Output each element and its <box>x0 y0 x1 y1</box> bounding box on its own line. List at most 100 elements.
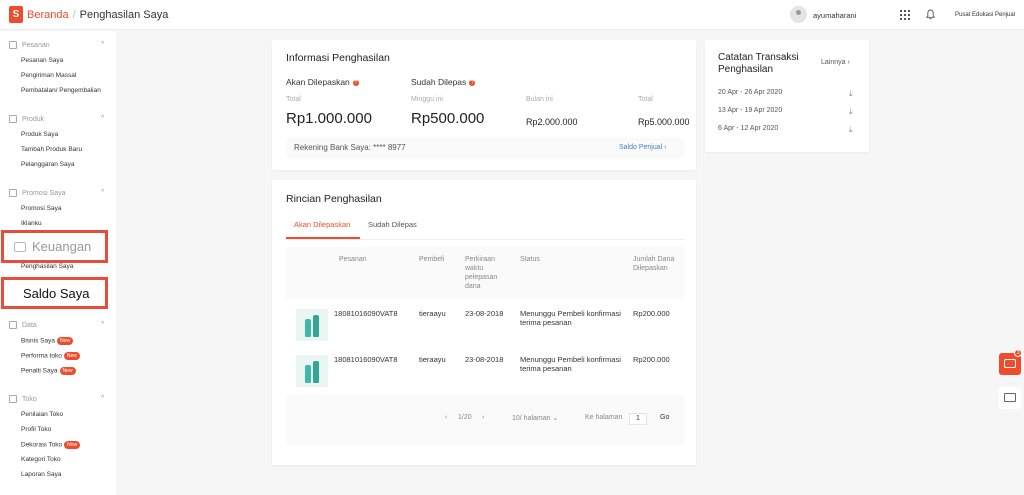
product-thumbnail <box>296 355 328 387</box>
order-id[interactable]: 18081016090VAT8 <box>334 355 398 364</box>
chevron-up-icon[interactable]: ^ <box>101 321 104 328</box>
sidebar-item-produk-saya[interactable]: Produk Saya <box>21 131 58 138</box>
sidebar-item-pelanggaran[interactable]: Pelanggaran Saya <box>21 161 75 168</box>
total-label: Total <box>286 96 301 103</box>
sidebar-item-bisnis-saya[interactable]: Bisnis Saya New <box>21 337 73 345</box>
shopee-logo[interactable]: S <box>9 6 23 23</box>
seller-education-link[interactable]: Pusat Edukasi Penjual <box>955 12 1015 18</box>
tag-icon <box>9 189 17 197</box>
income-details-card: Rincian Penghasilan Akan Dilepaskan Suda… <box>272 180 696 465</box>
chat-icon <box>1004 359 1016 368</box>
order-status: Menunggu Pembeli konfirmasi terima pesan… <box>520 309 621 327</box>
sidebar-section-produk[interactable]: Produk <box>9 115 44 123</box>
sidebar-item-profil-toko[interactable]: Profil Toko <box>21 426 51 433</box>
sidebar-item-pembatalan[interactable]: Pembatalan/ Pengembalian <box>21 87 101 94</box>
next-page-button[interactable]: › <box>482 414 484 421</box>
store-icon <box>9 395 17 403</box>
released-total-value: Rp5.000.000 <box>638 117 690 127</box>
release-date: 23-08-2018 <box>465 355 504 364</box>
new-badge: New <box>63 352 80 360</box>
sidebar-item-iklanku[interactable]: Iklanku <box>21 220 42 227</box>
sidebar-section-keuangan[interactable]: Keuangan <box>14 239 91 254</box>
per-page-select[interactable]: 10/ halaman ⌄ <box>512 414 558 422</box>
order-status: Menunggu Pembeli konfirmasi terima pesan… <box>520 355 621 373</box>
download-icon[interactable]: ⤓ <box>849 107 853 117</box>
table-row[interactable]: 18081016090VAT8 tieraayu 23-08-2018 Menu… <box>286 347 684 395</box>
new-badge: New <box>56 337 73 345</box>
income-info-card: Informasi Penghasilan Akan Dilepaskan? S… <box>272 40 696 170</box>
more-link[interactable]: Lainnya › <box>821 59 850 66</box>
income-details-title: Rincian Penghasilan <box>286 193 382 205</box>
sidebar-item-penilaian-toko[interactable]: Penilaian Toko <box>21 411 63 418</box>
help-icon[interactable]: ? <box>352 79 359 86</box>
sidebar-section-pesanan[interactable]: Pesanan <box>9 41 50 49</box>
sidebar-item-laporan-saya[interactable]: Laporan Saya <box>21 471 61 478</box>
chat-count-badge: 3 <box>1014 349 1022 357</box>
chevron-up-icon[interactable]: ^ <box>101 41 104 48</box>
order-id[interactable]: 18081016090VAT8 <box>334 309 398 318</box>
sidebar-item-dekorasi-toko[interactable]: Dekorasi Toko New <box>21 441 81 449</box>
chat-button[interactable]: 3 <box>999 349 1022 375</box>
this-week-label: Minggu ini <box>411 96 443 103</box>
sidebar-item-pengiriman-massal[interactable]: Pengiriman Massal <box>21 72 76 79</box>
breadcrumb-current: Penghasilan Saya <box>79 9 169 21</box>
goto-page-label: Ke halaman <box>585 414 623 421</box>
username[interactable]: ayumaharani <box>813 11 856 20</box>
active-tab-indicator <box>286 237 360 239</box>
sidebar-item-saldo-saya[interactable]: Saldo Saya <box>23 286 90 301</box>
clipboard-icon <box>9 41 17 49</box>
product-thumbnail <box>296 309 328 341</box>
top-bar: S Beranda / Penghasilan Saya ayumaharani P… <box>0 0 1024 30</box>
breadcrumb: Beranda / Penghasilan Saya <box>27 9 168 21</box>
table-row[interactable]: 18081016090VAT8 tieraayu 23-08-2018 Menu… <box>286 299 684 347</box>
transaction-log-row[interactable]: 13 Apr - 19 Apr 2020 <box>718 107 782 114</box>
mail-button[interactable] <box>999 387 1021 409</box>
mail-icon <box>1004 393 1016 402</box>
table-header: Pesanan Pembeli Perkiraan waktu pelepasa… <box>286 247 684 299</box>
transaction-log-row[interactable]: 6 Apr - 12 Apr 2020 <box>718 125 778 132</box>
new-badge: New <box>64 441 81 449</box>
month-value: Rp2.000.000 <box>526 117 578 127</box>
download-icon[interactable]: ⤓ <box>849 89 853 99</box>
sidebar-item-promosi-saya[interactable]: Promosi Saya <box>21 205 61 212</box>
sidebar-item-kategori-toko[interactable]: Kategori Toko <box>21 456 61 463</box>
amount: Rp200.000 <box>633 355 670 364</box>
this-month-label: Bulan ini <box>526 96 553 103</box>
seller-balance-link[interactable]: Saldo Penjual › <box>619 144 666 151</box>
col-header-status: Status <box>520 256 540 263</box>
sidebar-section-data[interactable]: Data <box>9 321 37 329</box>
sidebar-item-penalti-saya[interactable]: Penalti Saya New <box>21 367 76 375</box>
chevron-up-icon[interactable]: ^ <box>101 189 104 196</box>
tab-pending[interactable]: Akan Dilepaskan <box>294 220 350 229</box>
page-indicator: 1/20 <box>458 414 472 421</box>
download-icon[interactable]: ⤓ <box>849 125 853 135</box>
help-icon[interactable]: ? <box>469 79 476 86</box>
amount: Rp200.000 <box>633 309 670 318</box>
avatar[interactable] <box>790 6 807 23</box>
sidebar-item-penghasilan-saya[interactable]: Penghasilan Saya <box>21 263 73 270</box>
go-button[interactable]: Go <box>660 414 669 421</box>
prev-page-button[interactable]: ‹ <box>445 414 447 421</box>
col-header-pesanan: Pesanan <box>339 256 367 263</box>
breadcrumb-home[interactable]: Beranda <box>27 9 69 21</box>
goto-page-input[interactable]: 1 <box>629 413 647 425</box>
sidebar-section-promosi[interactable]: Promosi Saya <box>9 189 66 197</box>
tab-divider <box>286 239 684 240</box>
transaction-log-row[interactable]: 20 Apr - 26 Apr 2020 <box>718 89 782 96</box>
chevron-up-icon[interactable]: ^ <box>101 115 104 122</box>
transaction-log-title: Catatan Transaksi Penghasilan <box>718 52 799 75</box>
sidebar-item-pesanan-saya[interactable]: Pesanan Saya <box>21 57 63 64</box>
pending-total-value: Rp1.000.000 <box>286 110 372 127</box>
sidebar-item-performa-toko[interactable]: Performa toko New <box>21 352 80 360</box>
new-badge: New <box>59 367 76 375</box>
box-icon <box>9 115 17 123</box>
transaction-log-card: Catatan Transaksi Penghasilan Lainnya › … <box>705 40 869 152</box>
apps-grid-icon[interactable] <box>900 10 910 20</box>
released-label: Sudah Dilepas? <box>411 77 476 87</box>
sidebar-section-toko[interactable]: Toko <box>9 395 37 403</box>
tab-released[interactable]: Sudah Dilepas <box>368 220 417 229</box>
chevron-up-icon[interactable]: ^ <box>101 395 104 402</box>
sidebar-item-tambah-produk[interactable]: Tambah Produk Baru <box>21 146 82 153</box>
bell-icon[interactable] <box>926 9 935 20</box>
week-value: Rp500.000 <box>411 110 485 127</box>
